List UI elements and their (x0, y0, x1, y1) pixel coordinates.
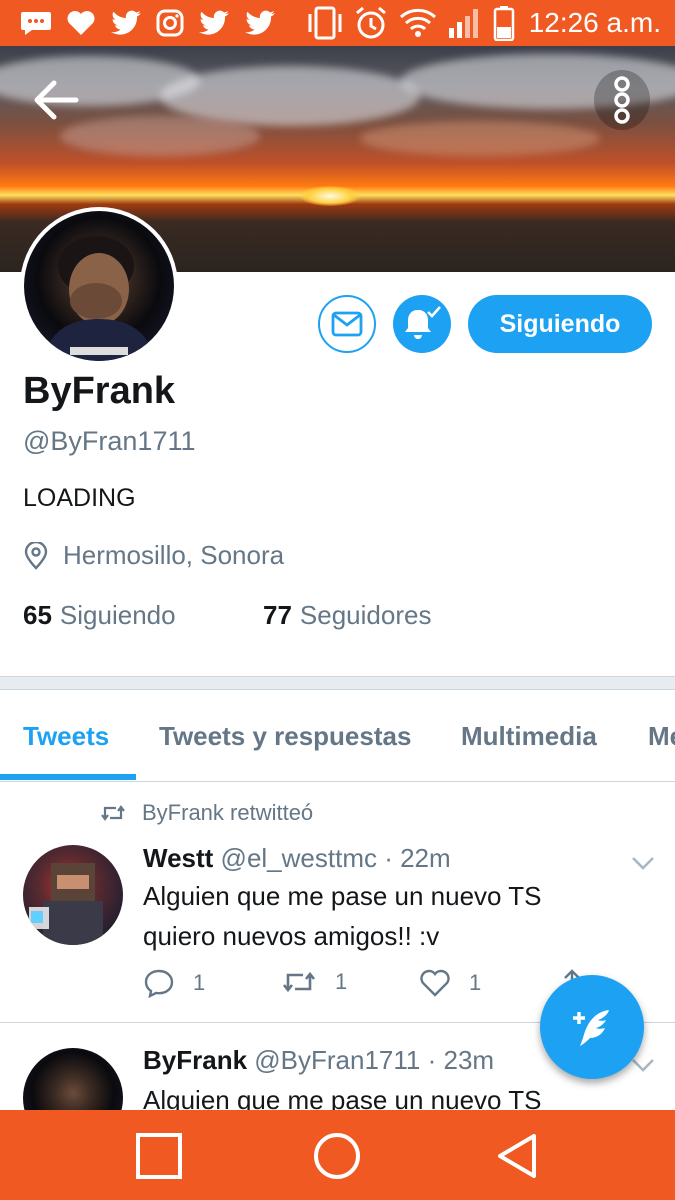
active-tab-indicator (0, 774, 136, 780)
location-pin-icon (24, 541, 48, 570)
chat-icon (21, 12, 51, 35)
android-nav-bar (0, 1110, 675, 1200)
tweet-author-handle[interactable]: @el_westtmc (221, 843, 377, 873)
retweet-icon (101, 805, 125, 821)
home-button[interactable] (309, 1128, 365, 1184)
tweet-author-handle[interactable]: @ByFran1711 (254, 1045, 420, 1075)
tweet-text: Alguien que me pase un nuevo TS quiero n… (143, 876, 541, 956)
tweet-time: · 22m (384, 843, 451, 873)
profile-stats: 65 Siguiendo 77 Seguidores (23, 600, 431, 631)
triangle-back-icon (498, 1134, 536, 1178)
profile-tabs: Tweets Tweets y respuestas Multimedia Me (0, 690, 675, 782)
profile-handle: @ByFran1711 (23, 426, 196, 456)
profile-avatar[interactable] (20, 207, 178, 365)
profile-location: Hermosillo, Sonora (23, 540, 284, 571)
avatar-photo (24, 211, 174, 361)
followers-label: Seguidores (299, 600, 432, 630)
chevron-down-icon[interactable] (630, 1055, 656, 1075)
compose-feather-icon (573, 1010, 609, 1046)
more-options-button[interactable] (594, 70, 650, 130)
alarm-icon (355, 6, 386, 39)
tab-tweets-replies[interactable]: Tweets y respuestas (159, 690, 411, 782)
retweet-button[interactable]: 1 (281, 968, 347, 996)
tweet-text-line: quiero nuevos amigos!! :v (143, 921, 440, 951)
bell-check-icon (405, 306, 441, 339)
section-divider (0, 676, 675, 690)
tweet-time: · 23m (427, 1045, 495, 1075)
heart-icon (67, 11, 95, 36)
wifi-icon (399, 8, 436, 37)
location-text: Hermosillo, Sonora (63, 540, 285, 570)
tab-likes[interactable]: Me (648, 690, 675, 782)
following-label: Siguiendo (59, 600, 176, 630)
back-nav-button[interactable] (489, 1128, 545, 1184)
recents-button[interactable] (131, 1128, 187, 1184)
tweet-author-name[interactable]: ByFrank (143, 1045, 247, 1075)
heart-outline-icon (420, 969, 450, 997)
profile-name: ByFrank (23, 370, 176, 412)
tweet-header: Westt @el_westtmc · 22m (143, 843, 451, 874)
vibrate-icon (308, 6, 342, 40)
reply-icon (144, 969, 174, 998)
tweet-header: ByFrank @ByFran1711 · 23m (143, 1045, 494, 1076)
tweet-author-avatar[interactable] (23, 845, 123, 945)
retweet-icon (282, 971, 316, 993)
retweeted-by-text: ByFrank retwitteó (142, 800, 314, 825)
tweet-author-name[interactable]: Westt (143, 843, 213, 873)
notifications-button[interactable] (393, 295, 451, 353)
more-vertical-icon (614, 76, 630, 124)
twitter-icon (199, 10, 229, 35)
like-count: 1 (469, 970, 482, 995)
compose-tweet-button[interactable] (540, 975, 644, 1079)
tweet-text-line: Alguien que me pase un nuevo TS (143, 881, 542, 911)
square-icon (136, 1133, 182, 1179)
reply-count: 1 (193, 970, 206, 995)
like-button[interactable]: 1 (419, 968, 481, 998)
status-bar: 12:26 a.m. (0, 0, 675, 46)
envelope-icon (331, 311, 363, 337)
battery-icon (493, 6, 514, 41)
retweet-indicator: ByFrank retwitteó (100, 800, 313, 826)
retweet-count: 1 (335, 969, 348, 994)
reply-button[interactable]: 1 (143, 968, 205, 998)
arrow-left-icon (34, 80, 79, 120)
following-count: 65 (23, 600, 52, 630)
twitter-icon (111, 10, 141, 35)
chevron-down-icon[interactable] (630, 853, 656, 873)
back-button[interactable] (30, 78, 90, 128)
sun-glow (300, 186, 360, 206)
circle-icon (314, 1133, 360, 1179)
tab-media[interactable]: Multimedia (461, 690, 597, 782)
profile-bio: LOADING (23, 484, 136, 512)
tab-tweets[interactable]: Tweets (23, 690, 109, 782)
instagram-icon (156, 9, 184, 37)
message-button[interactable] (318, 295, 376, 353)
clock-time: 12:26 a.m. (528, 7, 661, 38)
followers-count: 77 (263, 600, 292, 630)
twitter-icon (245, 10, 275, 35)
following-button[interactable]: Siguiendo (468, 295, 652, 353)
following-stat[interactable]: 65 Siguiendo (23, 600, 263, 631)
signal-icon (448, 9, 478, 38)
followers-stat[interactable]: 77 Seguidores (263, 600, 431, 631)
